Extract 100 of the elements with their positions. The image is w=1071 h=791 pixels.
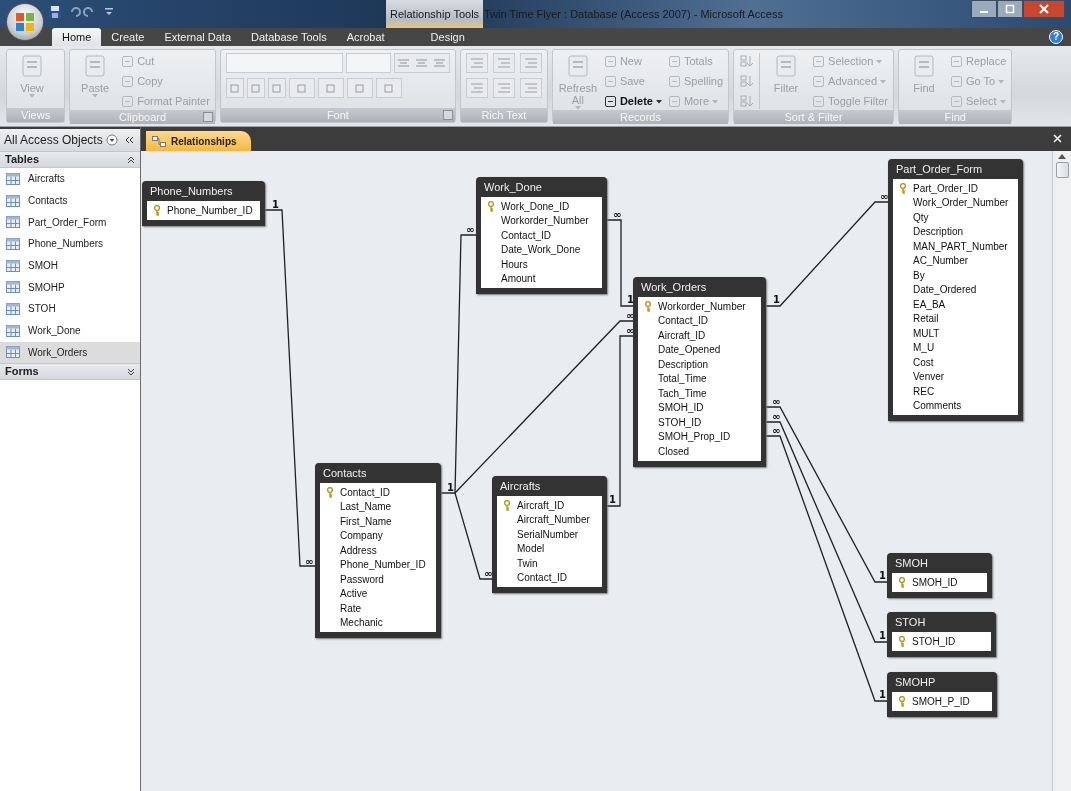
- office-logo-icon: [15, 12, 35, 32]
- nav-item[interactable]: Work_Orders: [0, 341, 140, 364]
- field-name: Aircraft_ID: [517, 498, 565, 513]
- sort-ascending-icon[interactable]: [739, 53, 756, 69]
- close-document-button[interactable]: [1051, 132, 1063, 144]
- table-window[interactable]: Work_Done Work_Done_ID Workorder_Number Contact_ID Date_Work_Done Hours Amount: [476, 177, 607, 294]
- field-name: REC: [913, 384, 935, 399]
- font-color-icon[interactable]: [288, 78, 315, 98]
- key-icon: [153, 204, 161, 216]
- cardinality-label: 1: [879, 689, 886, 700]
- expand-icon: [127, 367, 135, 376]
- increase-indent-icon[interactable]: [492, 53, 515, 73]
- command-icon: [667, 75, 681, 88]
- close-button[interactable]: [1023, 0, 1065, 18]
- key-icon: [898, 695, 906, 707]
- fill-color-icon[interactable]: [317, 78, 344, 98]
- ribbon-tab[interactable]: Database Tools: [241, 28, 337, 46]
- cardinality-label: ∞: [772, 396, 781, 407]
- table-window[interactable]: Work_Orders Workorder_Number Contact_ID Aircraft_ID Date_Opened Description Total_Time Tach_Time SMOH_ID STOH_ID SMOH_Prop_ID Closed: [633, 277, 766, 467]
- field-name: Aircraft_ID: [658, 328, 706, 343]
- cardinality-label: ∞: [613, 209, 622, 220]
- window-title: Twin Time Flyer : Database (Access 2007) - Microsoft Access: [484, 7, 783, 22]
- key-icon: [898, 576, 906, 588]
- paragraph-direction-icon[interactable]: [519, 53, 542, 73]
- office-button[interactable]: [6, 3, 44, 41]
- font-name-combo[interactable]: [225, 53, 343, 73]
- font-size-combo[interactable]: [345, 53, 391, 73]
- cardinality-label: 1: [773, 294, 780, 305]
- command-icon: [667, 55, 681, 68]
- field-name: Description: [913, 225, 964, 240]
- ribbon-group-label: Records: [620, 109, 661, 125]
- field-name: Active: [340, 587, 368, 602]
- table-window[interactable]: SMOH SMOH_ID: [887, 553, 992, 598]
- customize-icon: [104, 7, 114, 17]
- decrease-indent-icon[interactable]: [465, 53, 488, 73]
- numbered-list-icon[interactable]: [465, 78, 488, 98]
- bold-icon[interactable]: [225, 78, 244, 98]
- maximize-button[interactable]: [997, 0, 1023, 18]
- italic-icon[interactable]: [246, 78, 265, 98]
- table-window[interactable]: Aircrafts Aircraft_ID Aircraft_Number SerialNumber Model Twin Contact_ID: [492, 476, 607, 593]
- dialog-launcher-button[interactable]: [202, 112, 213, 122]
- field-name: Total_Time: [658, 372, 707, 387]
- field-name: Hours: [501, 257, 528, 272]
- highlight-icon[interactable]: [519, 78, 542, 98]
- underline-icon[interactable]: [267, 78, 286, 98]
- ribbon-tab[interactable]: Create: [101, 28, 155, 46]
- field-name: Qty: [913, 210, 929, 225]
- collapse-pane-icon: [123, 135, 134, 145]
- table-window[interactable]: Contacts Contact_ID Last_Name First_Name Company Address Phone_Number_ID Password Active Rate Mechanic: [315, 463, 441, 638]
- field-name: SMOH_P_ID: [912, 694, 970, 709]
- field-name: Contact_ID: [517, 571, 568, 586]
- ribbon-button[interactable]: Delete: [603, 93, 662, 110]
- table-icon: [6, 324, 20, 337]
- field-name: Date_Ordered: [913, 283, 977, 298]
- document-tab[interactable]: Relationships: [146, 131, 251, 151]
- field-name: Closed: [658, 444, 690, 459]
- command-icon: [667, 95, 681, 108]
- alternate-fill-icon[interactable]: [375, 78, 402, 98]
- scroll-up-icon: [1058, 153, 1066, 159]
- table-window[interactable]: Phone_Numbers Phone_Number_ID: [142, 181, 265, 226]
- ribbon-tab[interactable]: External Data: [154, 28, 242, 46]
- key-icon: [898, 635, 906, 647]
- dialog-launcher-button[interactable]: [442, 110, 453, 120]
- nav-group-header[interactable]: Forms: [0, 363, 140, 381]
- nav-pane-header[interactable]: All Access Objects: [0, 129, 140, 151]
- table-window[interactable]: Part_Order_Form Part_Order_ID Work_Order_Number Qty Description MAN_PART_Number AC_Number By Date_Ordered EA_BA Retail MULT M_U Cost Venver REC Comments: [888, 159, 1023, 421]
- field-name: STOH_ID: [658, 415, 702, 430]
- field-name: Address: [340, 543, 377, 558]
- help-button[interactable]: ?: [1049, 30, 1063, 44]
- field-name: AC_Number: [913, 254, 969, 269]
- bulleted-list-icon[interactable]: [492, 78, 515, 98]
- command-icon: [812, 95, 826, 108]
- field-name: Phone_Number_ID: [340, 558, 426, 573]
- field-name: SMOH_ID: [912, 575, 958, 590]
- field-name: Mechanic: [340, 616, 383, 631]
- scrollbar-thumb[interactable]: [1055, 162, 1069, 178]
- ribbon-tab[interactable]: Acrobat: [336, 28, 395, 46]
- field-name: EA_BA: [913, 297, 946, 312]
- cardinality-label: 1: [879, 630, 886, 641]
- table-window[interactable]: SMOHP SMOH_P_ID: [887, 672, 997, 717]
- command-icon: [603, 55, 617, 68]
- table-title: SMOHP: [895, 674, 936, 690]
- clear-sort-icon[interactable]: [739, 93, 756, 109]
- vertical-scrollbar[interactable]: [1052, 151, 1071, 791]
- gridlines-icon[interactable]: [346, 78, 373, 98]
- field-name: Model: [517, 542, 545, 557]
- field-name: By: [913, 268, 925, 283]
- field-name: Aircraft_Number: [517, 513, 590, 528]
- field-name: Comments: [913, 399, 962, 414]
- field-name: Last_Name: [340, 500, 392, 515]
- sort-descending-icon[interactable]: [739, 73, 756, 89]
- field-name: Date_Work_Done: [501, 243, 581, 258]
- nav-group-header[interactable]: Tables: [0, 151, 140, 168]
- field-name: SMOH_ID: [658, 401, 704, 416]
- table-window[interactable]: STOH STOH_ID: [887, 612, 996, 657]
- minimize-button[interactable]: [971, 0, 997, 18]
- field-name: Contact_ID: [340, 485, 391, 500]
- ribbon-tab[interactable]: Home: [52, 28, 102, 46]
- field-name: Tach_Time: [658, 386, 707, 401]
- ribbon-tab[interactable]: Design: [410, 28, 485, 46]
